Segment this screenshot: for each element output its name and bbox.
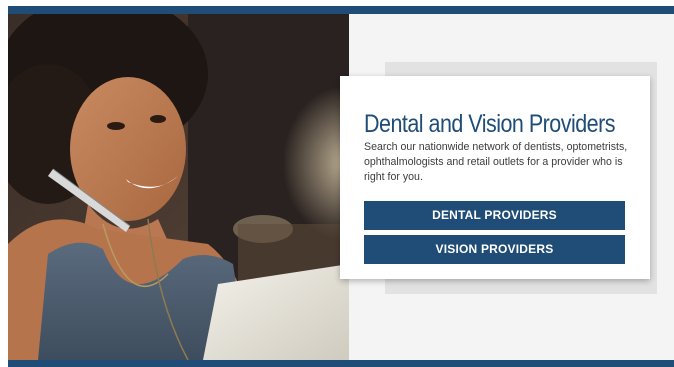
provider-banner: Dental and Vision Providers Search our n… <box>8 6 674 367</box>
top-accent-bar <box>8 6 674 14</box>
vision-providers-button[interactable]: VISION PROVIDERS <box>364 235 625 264</box>
provider-card: Dental and Vision Providers Search our n… <box>340 76 650 279</box>
card-description: Search our nationwide network of dentist… <box>364 141 628 183</box>
page-title: Dental and Vision Providers <box>364 110 616 138</box>
dental-providers-button[interactable]: DENTAL PROVIDERS <box>364 201 625 230</box>
hero-photo-woman-on-phone <box>8 14 349 360</box>
bottom-accent-bar <box>8 360 674 367</box>
